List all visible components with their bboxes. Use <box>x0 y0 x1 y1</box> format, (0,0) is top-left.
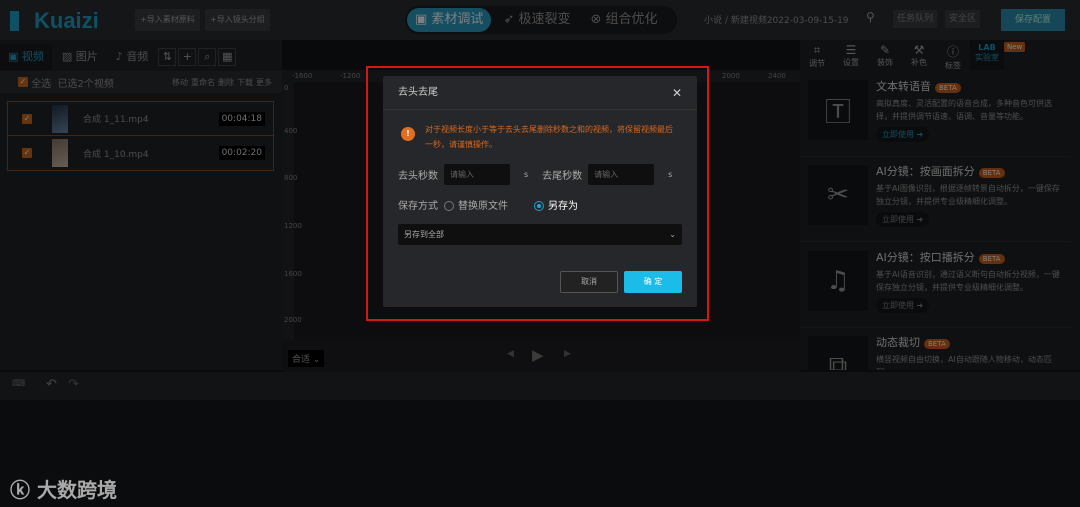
watermark: ⓚ 大数跨境 <box>10 478 117 502</box>
highlight-box <box>366 66 709 321</box>
